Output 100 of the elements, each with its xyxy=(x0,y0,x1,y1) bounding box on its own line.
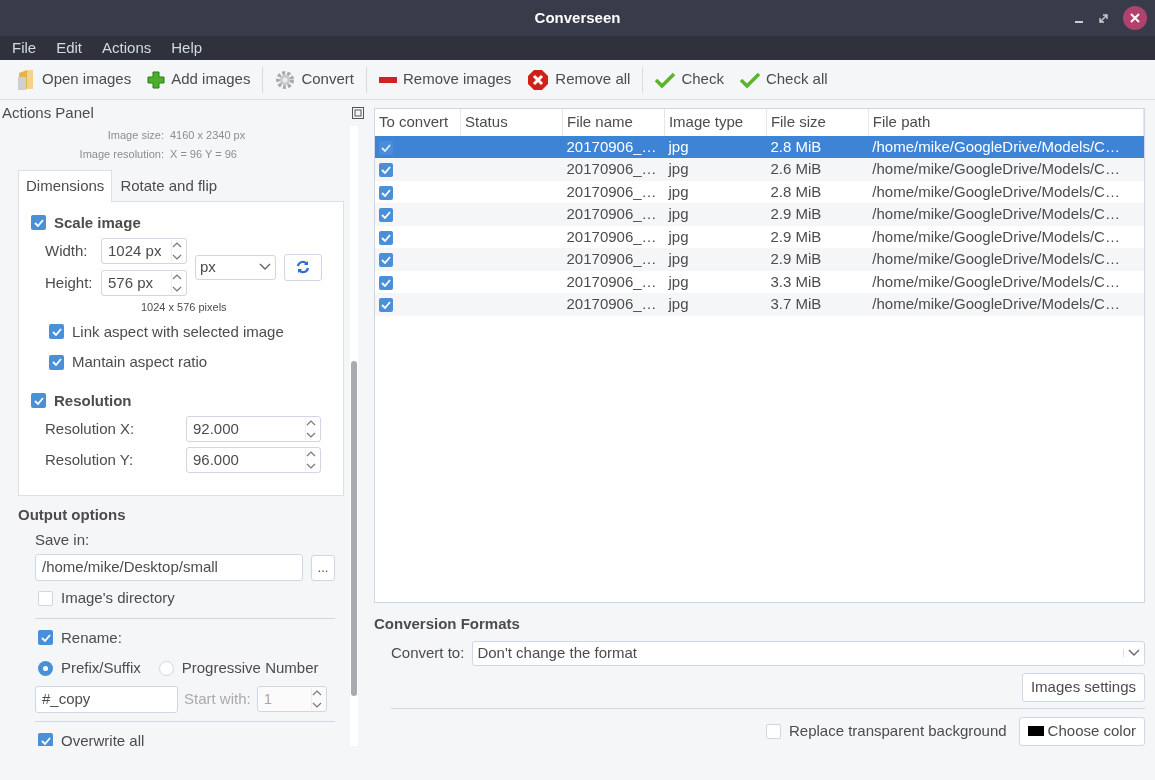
table-cell: jpg xyxy=(664,293,767,316)
checkbox[interactable] xyxy=(31,215,46,231)
tab[interactable]: Dimensions xyxy=(18,170,113,202)
checkbox[interactable] xyxy=(379,185,393,200)
table-cell: 2.8 MiB xyxy=(766,135,869,158)
checkbox-label[interactable]: Mantain aspect ratio xyxy=(72,351,208,374)
close-icon[interactable] xyxy=(1123,6,1147,30)
toolbar-button[interactable]: Remove all xyxy=(519,68,639,91)
format-dropdown[interactable]: Don't change the format xyxy=(472,640,1145,666)
column-header[interactable]: File size xyxy=(766,109,869,136)
table-cell: 3.7 MiB xyxy=(766,293,869,316)
checkbox[interactable] xyxy=(31,393,46,409)
save-path-field[interactable]: /home/mike/Desktop/small xyxy=(35,554,303,581)
table-row[interactable]: 20170906_… jpg 2.9 MiB /home/mike/GoogleDrive/Models/C… xyxy=(375,225,1144,248)
checkbox-label[interactable]: Scale image xyxy=(54,211,141,234)
table-row[interactable]: 20170906_… jpg 2.8 MiB /home/mike/GoogleDrive/Models/C… xyxy=(375,135,1144,158)
table-cell: /home/mike/GoogleDrive/Models/C… xyxy=(868,180,1144,203)
radio-button[interactable] xyxy=(158,660,174,676)
radio-label[interactable]: Progressive Number xyxy=(181,657,319,680)
plus-icon xyxy=(147,70,166,89)
table-cell: /home/mike/GoogleDrive/Models/C… xyxy=(868,293,1144,316)
checkbox[interactable] xyxy=(38,590,53,606)
suffix-field[interactable]: #_copy xyxy=(35,685,178,713)
checkbox[interactable] xyxy=(379,208,393,222)
table-cell: /home/mike/GoogleDrive/Models/C… xyxy=(868,225,1144,248)
column-header[interactable]: File name xyxy=(562,109,665,136)
table-row[interactable]: 20170906_… jpg 3.3 MiB /home/mike/GoogleDrive/Models/C… xyxy=(375,270,1144,293)
field-label: Resolution X: xyxy=(45,418,136,439)
resolution-y-field[interactable]: 96.000 xyxy=(186,447,321,473)
menu-item[interactable]: File xyxy=(12,36,37,60)
width-field[interactable]: 1024 px xyxy=(101,238,187,264)
height-field[interactable]: 576 px xyxy=(101,270,187,296)
choose-color-button[interactable]: Choose color xyxy=(1018,716,1145,746)
toolbar-button[interactable]: Check xyxy=(647,68,732,91)
toolbar-button[interactable]: Check all xyxy=(731,68,836,91)
unit-dropdown[interactable]: px xyxy=(195,254,276,280)
table-cell: /home/mike/GoogleDrive/Models/C… xyxy=(868,270,1144,293)
window-title: Converseen xyxy=(534,7,621,28)
menu-item[interactable]: Actions xyxy=(102,36,152,60)
field-label: Start with: xyxy=(184,688,251,709)
menu-item[interactable]: Help xyxy=(171,36,203,60)
toolbar-button[interactable]: Add images xyxy=(139,68,259,91)
column-header[interactable]: Image type xyxy=(664,109,767,136)
checkbox-label[interactable]: Image's directory xyxy=(61,587,175,610)
field-label: Height: xyxy=(45,272,94,293)
checkbox-label[interactable]: Resolution xyxy=(54,389,132,412)
checkbox-label[interactable]: Overwrite all xyxy=(61,729,145,746)
toolbar-button[interactable]: Convert xyxy=(267,68,362,91)
refresh-icon xyxy=(296,260,310,274)
folder-icon xyxy=(16,68,36,91)
swap-button[interactable] xyxy=(284,253,322,281)
checkbox[interactable] xyxy=(765,723,781,739)
table-row[interactable]: 20170906_… jpg 2.8 MiB /home/mike/GoogleDrive/Models/C… xyxy=(375,180,1144,203)
checkbox[interactable] xyxy=(379,253,393,267)
table-cell: jpg xyxy=(664,203,767,226)
section-title: Conversion Formats xyxy=(374,614,521,634)
radio-button[interactable] xyxy=(38,660,53,676)
table-cell: jpg xyxy=(664,248,767,271)
checkbox[interactable] xyxy=(379,230,393,245)
table-cell: 20170906_… xyxy=(562,158,665,181)
checkbox[interactable] xyxy=(379,298,393,312)
remove-icon xyxy=(527,68,550,91)
checkbox[interactable] xyxy=(49,324,64,340)
radio-label[interactable]: Prefix/Suffix xyxy=(61,657,141,680)
column-header[interactable]: File path xyxy=(868,109,1144,136)
table-cell: 2.9 MiB xyxy=(766,225,869,248)
caret-icon xyxy=(259,263,271,271)
images-settings-button[interactable]: Images settings xyxy=(1021,672,1145,702)
toolbar-button[interactable]: Open images xyxy=(8,68,140,91)
checkbox[interactable] xyxy=(38,733,53,746)
resolution-x-field[interactable]: 92.000 xyxy=(186,416,321,442)
table-cell: /home/mike/GoogleDrive/Models/C… xyxy=(868,248,1144,271)
checkbox-label[interactable]: Replace transparent background xyxy=(788,719,1007,743)
checkbox-label[interactable]: Link aspect with selected image xyxy=(72,320,284,343)
scrollbar-thumb[interactable] xyxy=(351,361,357,696)
table-cell: /home/mike/GoogleDrive/Models/C… xyxy=(868,158,1144,181)
table-row[interactable]: 20170906_… jpg 2.9 MiB /home/mike/GoogleDrive/Models/C… xyxy=(375,203,1144,226)
column-header[interactable]: To convert xyxy=(375,109,461,136)
table-row[interactable]: 20170906_… jpg 3.7 MiB /home/mike/GoogleDrive/Models/C… xyxy=(375,293,1144,316)
checkbox-label[interactable]: Rename: xyxy=(61,626,122,649)
info-value: X = 96 Y = 96 xyxy=(170,147,237,162)
checkbox[interactable] xyxy=(379,140,393,155)
float-icon[interactable] xyxy=(352,107,364,119)
column-header[interactable]: Status xyxy=(460,109,563,136)
menu-item[interactable]: Edit xyxy=(56,36,83,60)
checkbox[interactable] xyxy=(49,354,64,370)
checkbox[interactable] xyxy=(38,630,53,646)
table-cell: 2.8 MiB xyxy=(766,180,869,203)
field-label: Width: xyxy=(45,240,89,261)
tab[interactable]: Rotate and flip xyxy=(112,170,226,202)
table-row[interactable]: 20170906_… jpg 2.6 MiB /home/mike/GoogleDrive/Models/C… xyxy=(375,158,1144,181)
pixels-note: 1024 x 576 pixels xyxy=(141,300,228,315)
checkbox[interactable] xyxy=(379,275,393,290)
info-label: Image size: xyxy=(106,128,164,143)
checkbox[interactable] xyxy=(379,163,393,177)
table-cell: 2.6 MiB xyxy=(766,158,869,181)
browse-button[interactable]: ... xyxy=(311,554,335,581)
table-row[interactable]: 20170906_… jpg 2.9 MiB /home/mike/GoogleDrive/Models/C… xyxy=(375,248,1144,271)
toolbar-button[interactable]: Remove images xyxy=(370,68,520,91)
table-cell: /home/mike/GoogleDrive/Models/C… xyxy=(868,135,1144,158)
